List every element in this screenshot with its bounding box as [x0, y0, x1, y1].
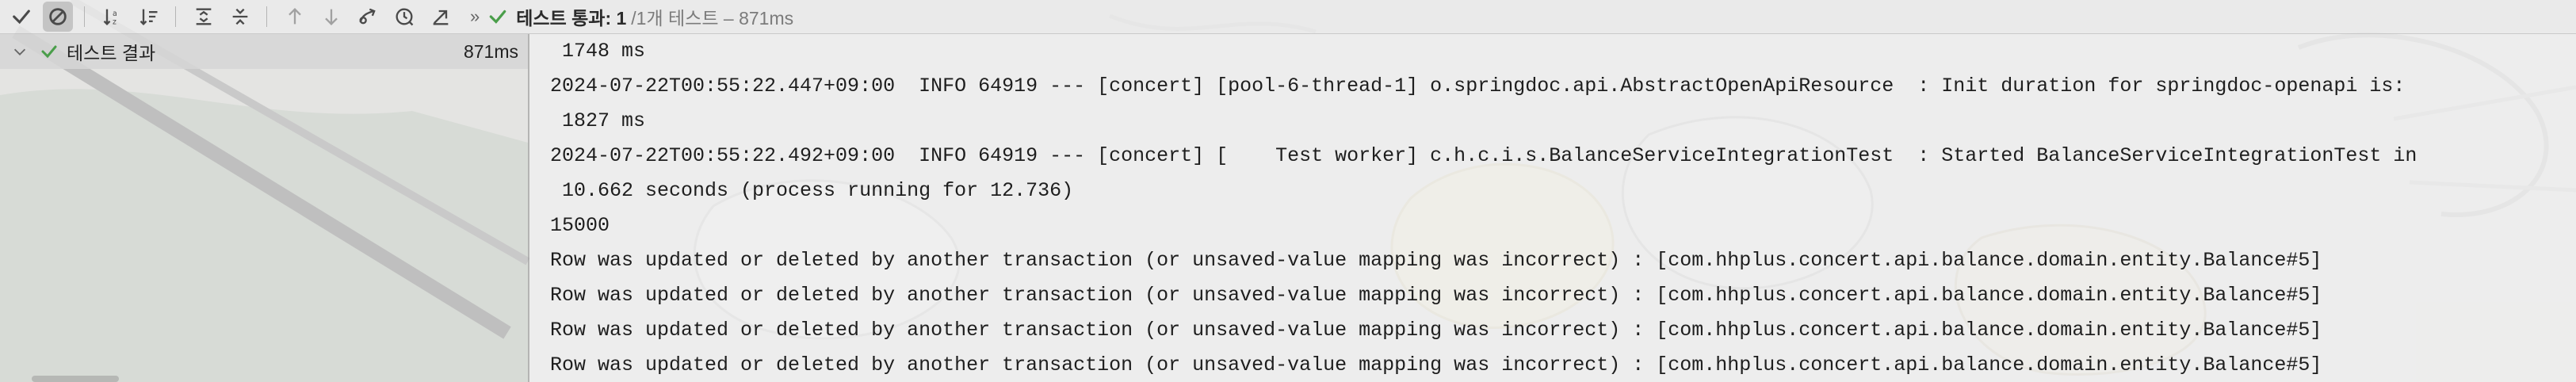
sort-alpha-icon: az — [103, 9, 117, 26]
import-tests-icon — [359, 8, 376, 25]
horizontal-scrollbar[interactable] — [32, 376, 119, 382]
svg-text:z: z — [113, 17, 117, 26]
arrow-down-icon — [325, 9, 338, 25]
tree-root-row[interactable]: 테스트 결과 871ms — [0, 34, 528, 69]
test-history-button[interactable] — [389, 2, 419, 32]
console-line: 15000 — [550, 214, 610, 237]
arrow-up-icon — [289, 8, 301, 25]
toolbar-overflow-button[interactable]: » — [470, 6, 480, 27]
test-tree-panel: 테스트 결과 871ms — [0, 34, 529, 382]
console-output[interactable]: 1748 ms 2024-07-22T00:55:22.447+09:00 IN… — [529, 34, 2576, 382]
tree-root-duration: 871ms — [463, 40, 518, 62]
toolbar-separator — [266, 6, 267, 27]
console-line: 1827 ms — [550, 109, 646, 132]
show-passed-button[interactable] — [6, 2, 36, 32]
sort-by-duration-button[interactable] — [134, 2, 164, 32]
console-line: Row was updated or deleted by another tr… — [550, 284, 2322, 307]
ignored-icon — [49, 8, 67, 25]
test-status-summary: 테스트 통과: 1 /1개 테스트 – 871ms — [487, 3, 793, 30]
toolbar-separator — [175, 6, 176, 27]
previous-failed-button[interactable] — [280, 2, 310, 32]
expand-all-icon — [196, 8, 212, 25]
status-label: 테스트 통과: 1 — [516, 8, 627, 29]
checkmark-icon — [13, 10, 30, 25]
test-runner-toolbar: az » 테스트 통과: 1 /1개 테스트 – 871ms — [0, 0, 2576, 34]
toolbar-separator — [84, 6, 85, 27]
pass-check-icon — [41, 45, 57, 59]
show-ignored-button[interactable] — [43, 2, 73, 32]
console-line: 1748 ms — [550, 40, 646, 63]
collapse-all-icon — [232, 8, 248, 25]
console-line: 2024-07-22T00:55:22.447+09:00 INFO 64919… — [550, 74, 2406, 97]
history-icon — [396, 8, 414, 26]
console-line: 2024-07-22T00:55:22.492+09:00 INFO 64919… — [550, 144, 2417, 167]
pass-check-icon — [489, 10, 506, 24]
console-line: Row was updated or deleted by another tr… — [550, 249, 2322, 272]
next-failed-button[interactable] — [316, 2, 346, 32]
console-line: Row was updated or deleted by another tr… — [550, 353, 2322, 376]
sort-duration-icon — [140, 9, 158, 25]
collapse-all-button[interactable] — [225, 2, 255, 32]
console-line: 10.662 seconds (process running for 12.7… — [550, 179, 1074, 202]
tree-root-label: 테스트 결과 — [67, 43, 156, 63]
sort-alphabetically-button[interactable]: az — [97, 2, 128, 32]
import-tests-button[interactable] — [353, 2, 383, 32]
expand-all-button[interactable] — [189, 2, 219, 32]
export-icon — [433, 10, 449, 25]
svg-text:a: a — [113, 10, 117, 18]
chevron-down-icon[interactable] — [11, 43, 29, 60]
console-line: Row was updated or deleted by another tr… — [550, 319, 2322, 342]
status-detail: /1개 테스트 – 871ms — [631, 8, 794, 29]
export-results-button[interactable] — [426, 2, 456, 32]
